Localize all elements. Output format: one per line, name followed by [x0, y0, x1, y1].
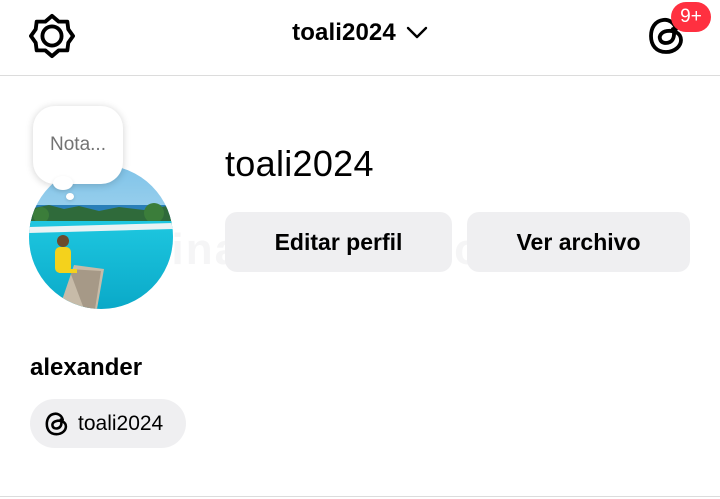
threads-profile-chip[interactable]: toali2024 — [30, 399, 186, 448]
note-bubble-tail-dot — [66, 193, 74, 200]
chevron-down-icon — [406, 26, 428, 39]
account-name: toali2024 — [292, 19, 396, 46]
profile-username: toali2024 — [225, 143, 374, 184]
divider — [0, 496, 720, 497]
note-bubble-tail — [53, 176, 73, 190]
note-placeholder: Nota... — [50, 134, 106, 155]
settings-button[interactable] — [28, 12, 76, 60]
display-name: alexander — [30, 354, 143, 381]
edit-profile-button[interactable]: Editar perfil — [225, 212, 452, 272]
note-bubble[interactable]: Nota... — [33, 106, 123, 184]
top-bar: toali2024 9+ — [0, 0, 720, 76]
settings-gear-icon — [29, 13, 75, 59]
threads-handle: toali2024 — [78, 411, 164, 435]
notification-badge: 9+ — [671, 2, 711, 32]
avatar-photo — [29, 165, 173, 309]
avatar[interactable] — [29, 165, 173, 309]
account-switcher[interactable]: toali2024 — [260, 12, 460, 54]
view-archive-button[interactable]: Ver archivo — [467, 212, 690, 272]
threads-icon — [45, 411, 68, 435]
